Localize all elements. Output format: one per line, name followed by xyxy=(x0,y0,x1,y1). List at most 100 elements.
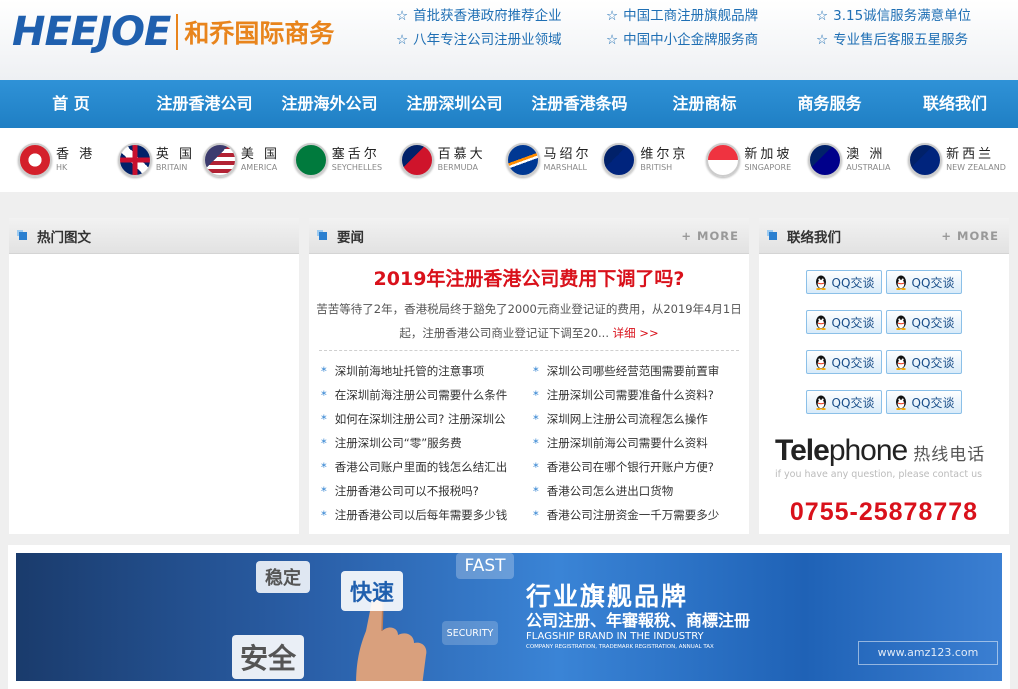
flag-name-en: SINGAPORE xyxy=(744,163,792,172)
news-list: * 深圳前海地址托管的注意事项 * 深圳公司哪些经营范围需要前置审 * 在深圳前海注册公司… xyxy=(309,359,749,527)
news-headline[interactable]: 2019年注册香港公司费用下调了吗? xyxy=(309,264,749,291)
flag-name-en: BRITISH xyxy=(640,163,673,172)
flag-name-cn: 英 国 xyxy=(155,147,196,162)
qq-chat-button[interactable]: QQ交谈 xyxy=(806,350,882,374)
qq-chat-button[interactable]: QQ交谈 xyxy=(886,270,962,294)
nav-item[interactable]: 注册海外公司 xyxy=(267,80,392,128)
qq-button-label: QQ交谈 xyxy=(831,315,875,330)
slogan-text: 首批获香港政府推荐企业 xyxy=(413,8,562,24)
flag-link[interactable]: 美 国 AMERICA xyxy=(202,143,294,177)
flag-name-cn: 维尔京 xyxy=(640,147,689,162)
news-item-title: 深圳前海地址托管的注意事项 xyxy=(334,364,485,378)
tile-stable: 稳定 xyxy=(256,561,310,593)
qq-chat-button[interactable]: QQ交谈 xyxy=(886,390,962,414)
more-link[interactable]: + MORE xyxy=(941,229,999,243)
bullet-icon: * xyxy=(321,460,327,474)
news-list-item[interactable]: * 如何在深圳注册公司? 注册深圳公 xyxy=(321,407,531,431)
qq-penguin-icon xyxy=(815,355,826,370)
flag-icon xyxy=(293,143,328,177)
flag-link[interactable]: 香 港 HK xyxy=(18,143,118,177)
qq-penguin-icon xyxy=(815,395,826,410)
bullet-icon: * xyxy=(321,412,327,426)
banner-en-line2: COMPANY REGISTRATION, TRADEMARK REGISTRA… xyxy=(526,644,714,650)
detail-link[interactable]: 详细 >> xyxy=(613,326,659,340)
news-item-title: 注册深圳公司需要准备什么资料? xyxy=(546,388,714,402)
news-list-item[interactable]: * 注册香港公司以后每年需要多少钱 xyxy=(321,503,531,527)
flag-link[interactable]: 澳 洲 AUSTRALIA xyxy=(808,143,908,177)
phone-number[interactable]: 0755-25878778 xyxy=(759,498,1009,527)
square-bullet-icon xyxy=(19,231,27,240)
flag-link[interactable]: 百慕大 BERMUDA xyxy=(399,143,506,177)
news-list-item[interactable]: * 注册香港公司可以不报税吗? xyxy=(321,479,531,503)
logo-separator xyxy=(176,14,179,50)
flag-icon xyxy=(808,143,843,177)
nav-item[interactable]: 注册香港公司 xyxy=(142,80,267,128)
slogan-item: ☆ 中国中小企金牌服务商 xyxy=(606,30,816,50)
flag-link[interactable]: 塞舌尔 SEYCHELLES xyxy=(293,143,400,177)
telephone-heading: Telephone 热线电话 xyxy=(775,434,986,467)
promo-banner[interactable]: 稳定 快速 FAST SECURITY 安全 行业旗舰品牌 公司注册、年審報稅、… xyxy=(16,553,1002,681)
nav-item[interactable]: 注册香港条码 xyxy=(517,80,642,128)
bullet-icon: * xyxy=(321,364,327,378)
flag-name-cn: 澳 洲 xyxy=(846,147,886,162)
logo[interactable]: HEEJOE 和乔国际商务 xyxy=(12,8,334,56)
news-item-title: 香港公司怎么进出口货物 xyxy=(546,484,674,498)
divider xyxy=(319,350,739,351)
nav-item[interactable]: 首 页 xyxy=(0,80,142,128)
flag-link[interactable]: 维尔京 BRITISH xyxy=(602,143,706,177)
news-list-item[interactable]: * 深圳前海地址托管的注意事项 xyxy=(321,359,531,383)
panel-header: 热门图文 xyxy=(9,218,299,254)
contact-panel: 联络我们 + MORE QQ交谈 QQ交谈 QQ交谈 QQ交谈 QQ交谈 QQ交谈 QQ交谈… xyxy=(759,218,1009,534)
news-list-item[interactable]: * 在深圳前海注册公司需要什么条件 xyxy=(321,383,531,407)
banner-subline: 公司注册、年審報稅、商標注冊 xyxy=(526,611,751,630)
star-icon: ☆ xyxy=(606,8,619,24)
news-list-item[interactable]: * 深圳网上注册公司流程怎么操作 xyxy=(533,407,743,431)
telephone-block: Telephone 热线电话 if you have any question, … xyxy=(775,436,1009,480)
news-item-title: 注册香港公司可以不报税吗? xyxy=(334,484,479,498)
flag-link[interactable]: 英 国 BRITAIN xyxy=(117,143,203,177)
flag-link[interactable]: 新加坡 SINGAPORE xyxy=(706,143,808,177)
watermark: www.amz123.com xyxy=(858,641,998,665)
news-list-item[interactable]: * 注册深圳公司“零”服务费 xyxy=(321,431,531,455)
flag-icon xyxy=(908,143,943,177)
flag-link[interactable]: 新西兰 NEW ZEALAND xyxy=(908,143,1018,177)
panel-title: 联络我们 xyxy=(787,229,841,246)
logo-text-en: HEEJOE xyxy=(12,9,171,55)
qq-chat-button[interactable]: QQ交谈 xyxy=(806,270,882,294)
panel-title: 热门图文 xyxy=(37,229,91,246)
qq-penguin-icon xyxy=(895,275,906,290)
news-list-item[interactable]: * 香港公司账户里面的钱怎么结汇出 xyxy=(321,455,531,479)
news-list-item[interactable]: * 注册深圳公司需要准备什么资料? xyxy=(533,383,743,407)
hot-images-panel: 热门图文 xyxy=(9,218,299,534)
nav-item[interactable]: 注册深圳公司 xyxy=(392,80,517,128)
qq-chat-button[interactable]: QQ交谈 xyxy=(886,310,962,334)
qq-chat-button[interactable]: QQ交谈 xyxy=(806,390,882,414)
news-item-title: 如何在深圳注册公司? 注册深圳公 xyxy=(334,412,506,426)
flag-link[interactable]: 马绍尔 MARSHALL xyxy=(505,143,603,177)
flag-name-en: SEYCHELLES xyxy=(331,163,383,172)
more-link[interactable]: + MORE xyxy=(681,229,739,243)
nav-item[interactable]: 商务服务 xyxy=(767,80,892,128)
flag-name-cn: 马绍尔 xyxy=(543,147,592,162)
news-list-item[interactable]: * 注册深圳前海公司需要什么资料 xyxy=(533,431,743,455)
bullet-icon: * xyxy=(533,508,539,522)
qq-chat-button[interactable]: QQ交谈 xyxy=(806,310,882,334)
nav-item[interactable]: 联络我们 xyxy=(892,80,1018,128)
header-bar: HEEJOE 和乔国际商务 ☆ 首批获香港政府推荐企业 ☆ 中国工商注册旗舰品牌 ☆ 3.… xyxy=(0,0,1018,80)
qq-chat-button[interactable]: QQ交谈 xyxy=(886,350,962,374)
news-item-title: 注册深圳前海公司需要什么资料 xyxy=(546,436,708,450)
slogan-text: 专业售后客服五星服务 xyxy=(833,32,969,48)
flag-name-en: AMERICA xyxy=(240,163,278,172)
flag-icon xyxy=(18,143,52,177)
square-bullet-icon xyxy=(319,231,327,240)
star-icon: ☆ xyxy=(606,32,619,48)
slogan-item: ☆ 3.15诚信服务满意单位 xyxy=(816,6,1016,26)
country-flag-bar: 香 港 HK 英 国 BRITAIN 美 国 AMERICA 塞舌尔 SEYCHELLES 百慕… xyxy=(0,128,1018,192)
nav-item[interactable]: 注册商标 xyxy=(642,80,767,128)
bullet-icon: * xyxy=(533,364,539,378)
panel-title: 要闻 xyxy=(337,229,364,246)
news-list-item[interactable]: * 深圳公司哪些经营范围需要前置审 xyxy=(533,359,743,383)
news-list-item[interactable]: * 香港公司怎么进出口货物 xyxy=(533,479,743,503)
news-list-item[interactable]: * 香港公司注册资金一千万需要多少 xyxy=(533,503,743,527)
news-list-item[interactable]: * 香港公司在哪个银行开账户方便? xyxy=(533,455,743,479)
